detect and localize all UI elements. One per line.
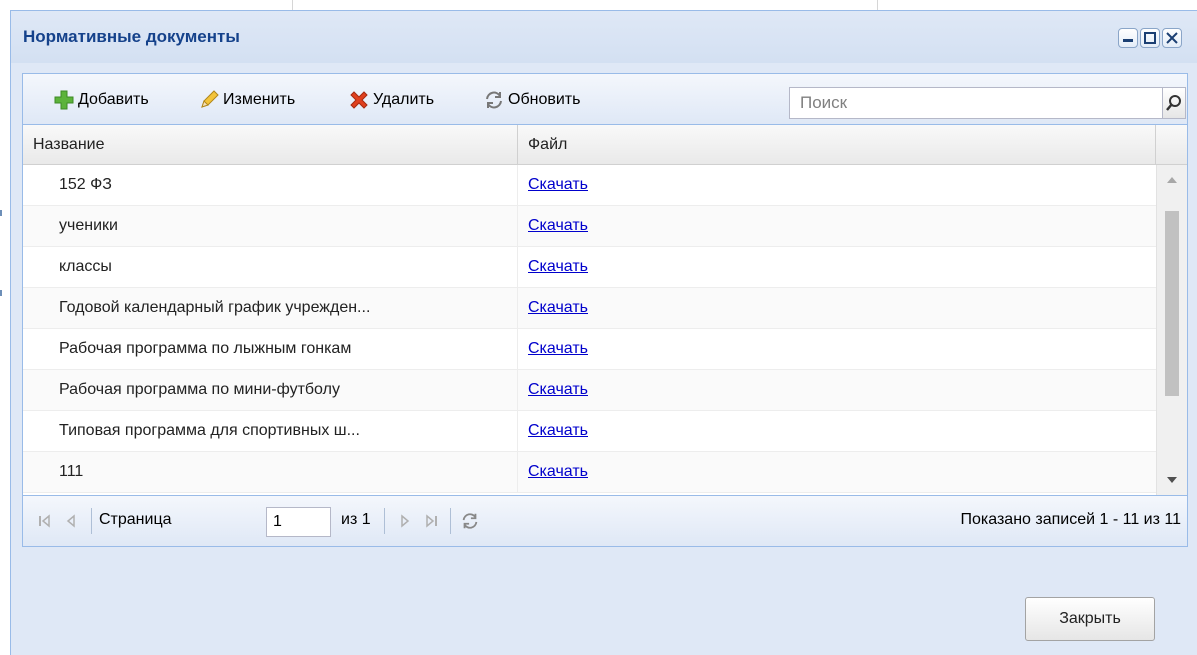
- background-edge-mark: [0, 290, 2, 296]
- cell-name: Рабочая программа по лыжным гонкам: [23, 329, 518, 369]
- background-edge-mark: [0, 210, 2, 216]
- table-row[interactable]: 111 Скачать: [23, 452, 1156, 493]
- table-row[interactable]: Рабочая программа по мини-футболу Скачат…: [23, 370, 1156, 411]
- close-icon[interactable]: [1162, 28, 1182, 48]
- download-link[interactable]: Скачать: [528, 463, 588, 480]
- paging-toolbar: Страница из 1 Показано записей 1 - 11 из…: [23, 495, 1187, 546]
- cell-name: 152 ФЗ: [23, 165, 518, 205]
- download-link[interactable]: Скачать: [528, 258, 588, 275]
- window-title: Нормативные документы: [23, 27, 240, 46]
- refresh-button[interactable]: Обновить: [483, 87, 580, 113]
- download-link[interactable]: Скачать: [528, 176, 588, 193]
- prev-page-icon[interactable]: [61, 511, 81, 531]
- grid-body: 152 ФЗ Скачать ученики Скачать классы Ск…: [23, 165, 1156, 495]
- toolbar: Добавить Изменить Удалить Обновить Поиск: [23, 74, 1187, 125]
- delete-button[interactable]: Удалить: [348, 87, 434, 113]
- window-header[interactable]: Нормативные документы: [11, 11, 1197, 63]
- vertical-scrollbar[interactable]: [1156, 165, 1187, 495]
- edit-button[interactable]: Изменить: [198, 87, 295, 113]
- refresh-icon: [486, 91, 502, 109]
- paging-separator: [450, 508, 451, 534]
- cell-name: 111: [23, 452, 518, 492]
- cell-name: Рабочая программа по мини-футболу: [23, 370, 518, 410]
- plus-icon: [54, 90, 74, 110]
- cell-name: ученики: [23, 206, 518, 246]
- delete-label: Удалить: [373, 91, 435, 108]
- table-row[interactable]: 152 ФЗ Скачать: [23, 165, 1156, 206]
- search-input[interactable]: [789, 87, 1163, 119]
- cell-name: Годовой календарный график учрежден...: [23, 288, 518, 328]
- table-row[interactable]: классы Скачать: [23, 247, 1156, 288]
- first-page-icon[interactable]: [35, 511, 55, 531]
- download-link[interactable]: Скачать: [528, 422, 588, 439]
- add-label: Добавить: [78, 91, 149, 108]
- page-number-input[interactable]: [266, 507, 331, 537]
- table-row[interactable]: Типовая программа для спортивных ш... Ск…: [23, 411, 1156, 452]
- column-header-name[interactable]: Название: [23, 125, 518, 164]
- table-row[interactable]: ученики Скачать: [23, 206, 1156, 247]
- paging-separator: [384, 508, 385, 534]
- search-icon: [1166, 95, 1181, 111]
- page-count-label: из 1: [341, 511, 371, 528]
- records-summary: Показано записей 1 - 11 из 11: [960, 511, 1182, 528]
- download-link[interactable]: Скачать: [528, 299, 588, 316]
- grid-header: Название Файл: [23, 125, 1187, 165]
- documents-panel: Добавить Изменить Удалить Обновить Поиск…: [22, 73, 1188, 547]
- scrollbar-thumb[interactable]: [1165, 211, 1179, 396]
- table-row[interactable]: Годовой календарный график учрежден... С…: [23, 288, 1156, 329]
- table-row[interactable]: Рабочая программа по лыжным гонкам Скача…: [23, 329, 1156, 370]
- column-header-file[interactable]: Файл: [518, 125, 1156, 164]
- pencil-icon: [201, 90, 219, 108]
- page-label: Страница: [99, 511, 172, 528]
- add-button[interactable]: Добавить: [53, 87, 149, 113]
- last-page-icon[interactable]: [421, 511, 441, 531]
- maximize-icon[interactable]: [1140, 28, 1160, 48]
- close-button[interactable]: Закрыть: [1025, 597, 1155, 641]
- next-page-icon[interactable]: [395, 511, 415, 531]
- delete-icon: [350, 91, 368, 109]
- cell-name: Типовая программа для спортивных ш...: [23, 411, 518, 451]
- minimize-icon[interactable]: [1118, 28, 1138, 48]
- download-link[interactable]: Скачать: [528, 340, 588, 357]
- paging-separator: [91, 508, 92, 534]
- scroll-up-icon[interactable]: [1157, 165, 1187, 195]
- refresh-label: Обновить: [508, 91, 581, 108]
- search-button[interactable]: [1163, 87, 1186, 119]
- documents-window: Нормативные документы Добавить Изменить …: [10, 10, 1197, 655]
- download-link[interactable]: Скачать: [528, 381, 588, 398]
- edit-label: Изменить: [223, 91, 296, 108]
- scroll-down-icon[interactable]: [1157, 465, 1187, 495]
- download-link[interactable]: Скачать: [528, 217, 588, 234]
- cell-name: классы: [23, 247, 518, 287]
- paging-refresh-icon[interactable]: [460, 511, 480, 531]
